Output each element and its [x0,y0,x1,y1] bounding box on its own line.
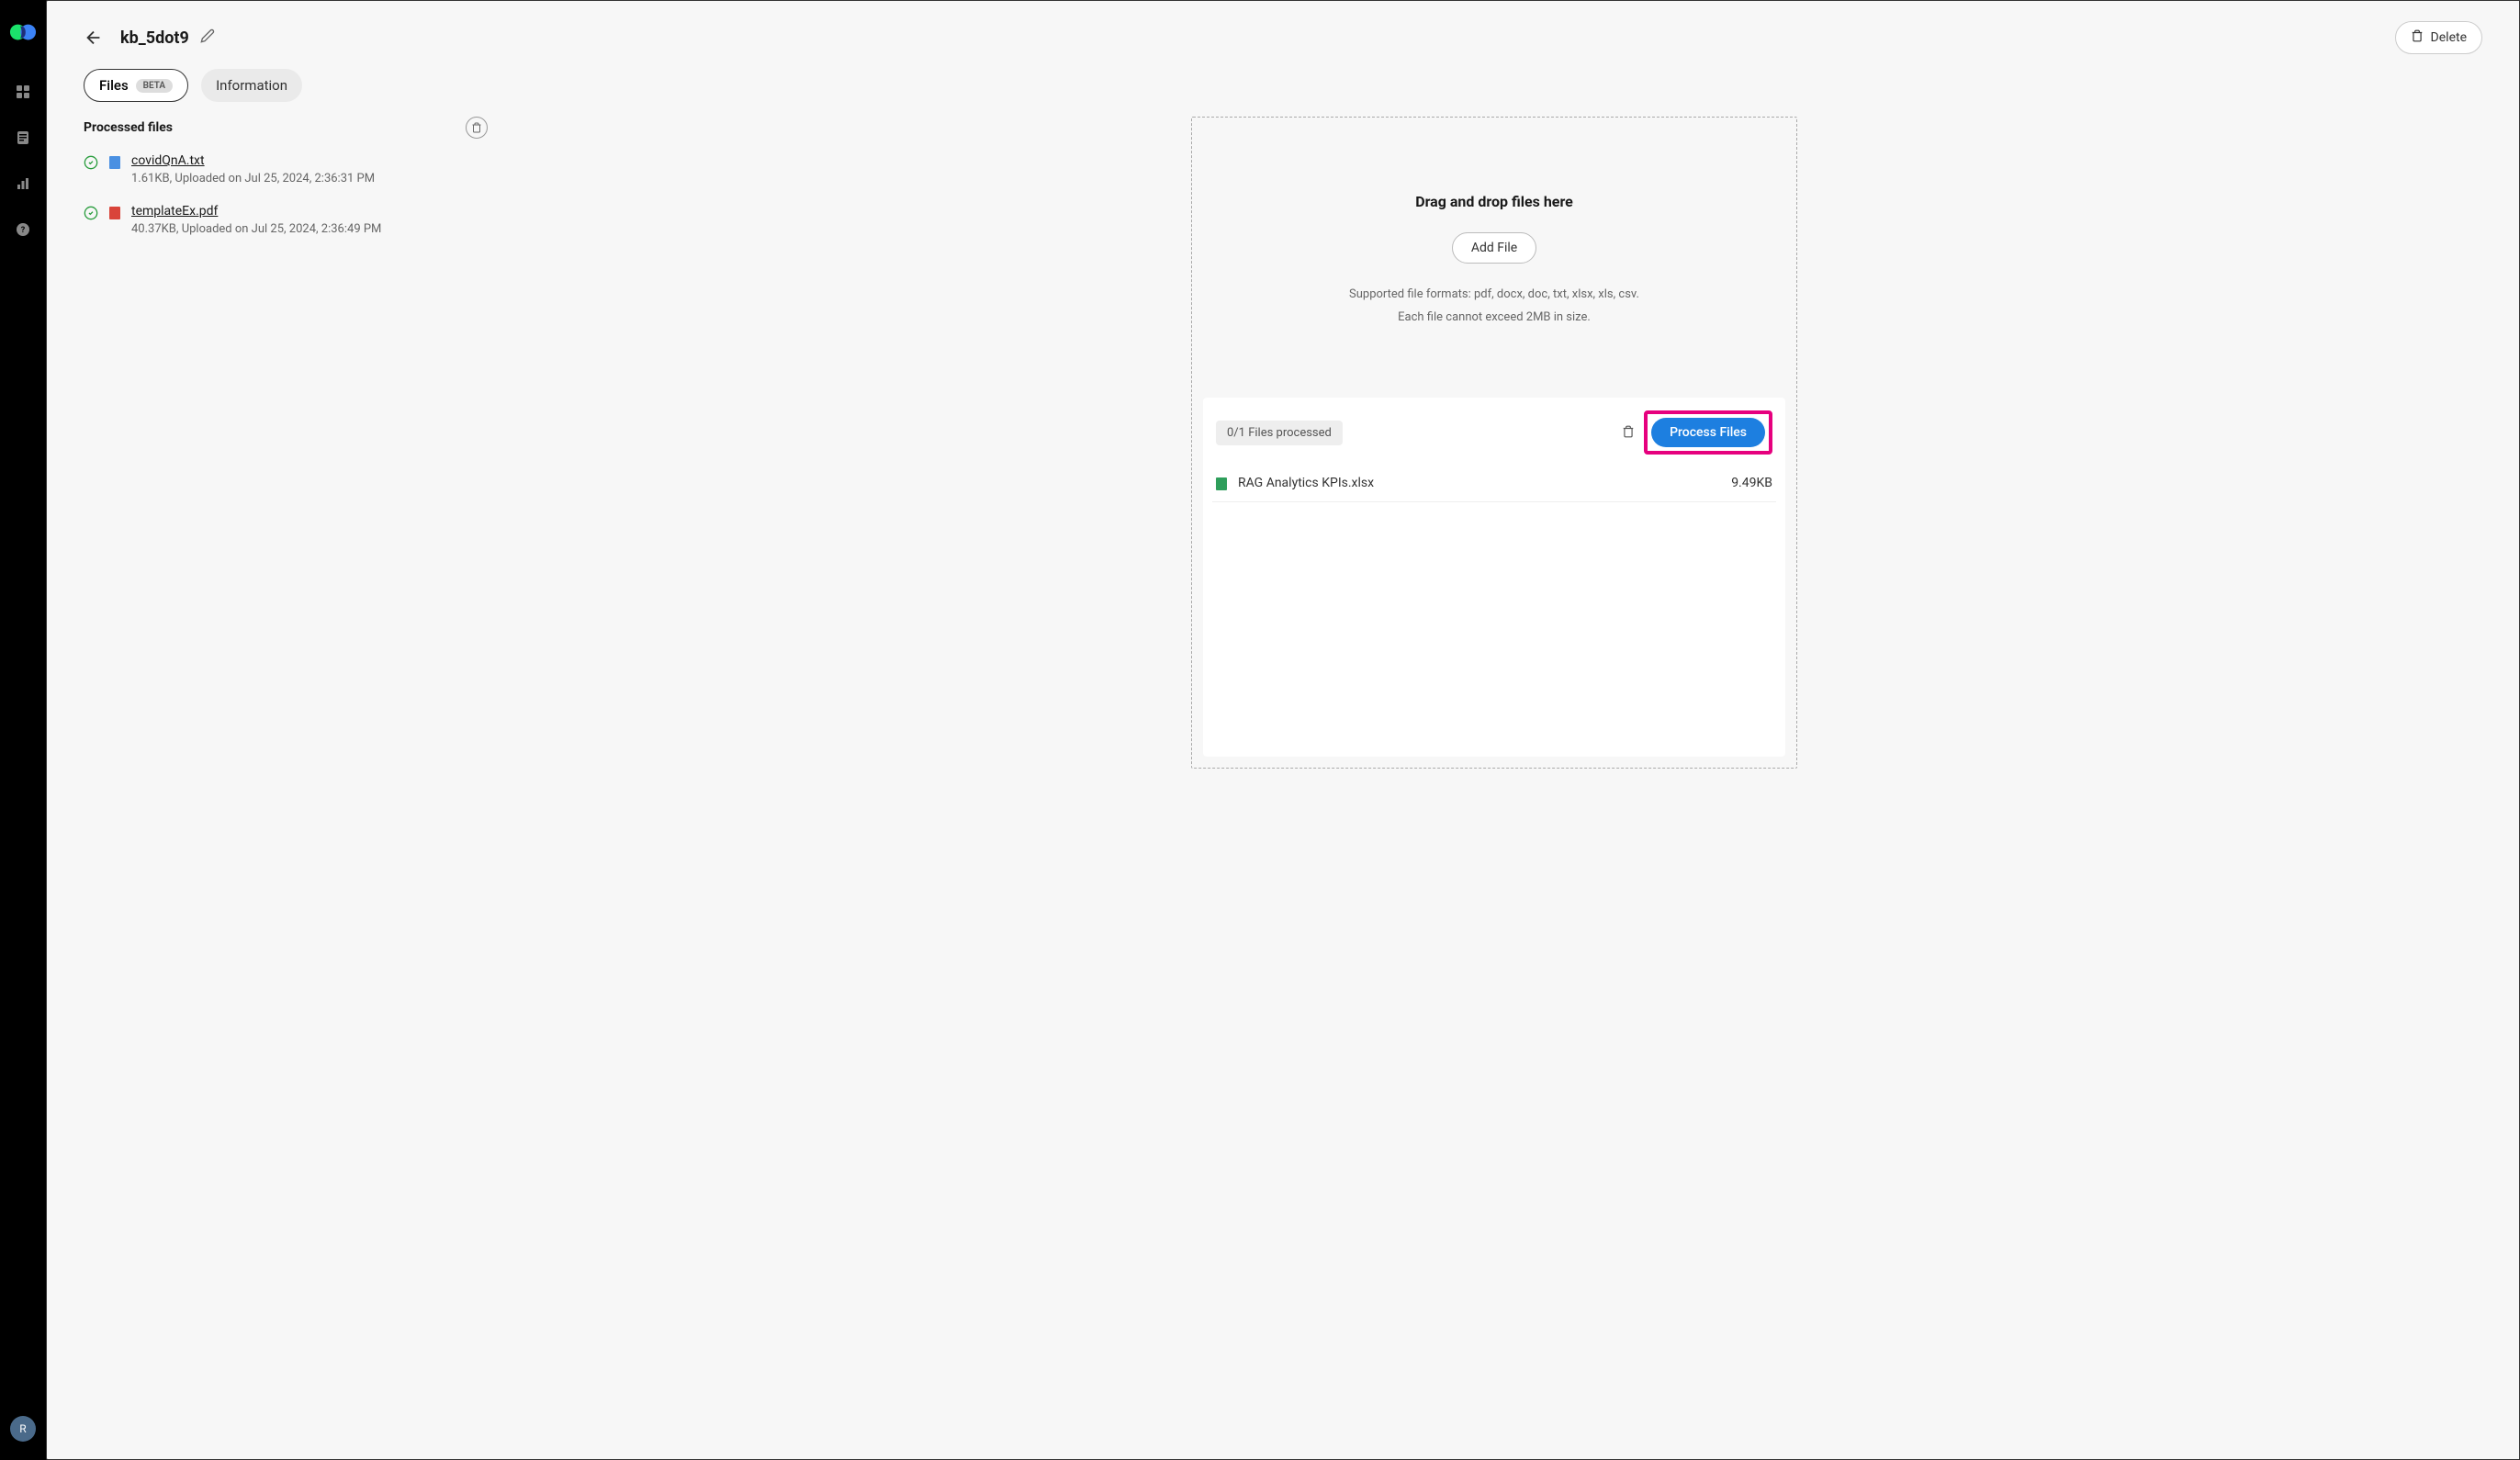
process-files-button[interactable]: Process Files [1651,418,1765,447]
back-button[interactable] [84,28,104,48]
file-meta: 40.37KB, Uploaded on Jul 25, 2024, 2:36:… [131,222,488,236]
check-icon [84,155,98,174]
tabs: Files BETA Information [47,69,2519,117]
txt-file-icon [109,156,120,169]
upload-queue: 0/1 Files processed Process Files [1203,398,1785,757]
sidebar-nav: ? R [0,0,46,1460]
webex-logo[interactable] [9,18,37,46]
clear-queue-button[interactable] [1622,424,1635,442]
supported-formats-text: Supported file formats: pdf, docx, doc, … [1221,287,1767,301]
add-file-button[interactable]: Add File [1452,232,1536,264]
delete-all-processed-button[interactable] [466,117,488,139]
file-limit-text: Each file cannot exceed 2MB in size. [1221,310,1767,324]
page-header: kb_5dot9 Delete [47,1,2519,69]
process-files-highlight: Process Files [1644,410,1772,455]
xlsx-file-icon [1216,477,1227,490]
trash-icon [2411,29,2424,46]
check-icon [84,206,98,224]
processed-files-title: Processed files [84,120,173,135]
delete-button[interactable]: Delete [2395,21,2482,54]
edit-icon[interactable] [200,28,215,47]
queue-file-row: RAG Analytics KPIs.xlsx 9.49KB [1212,464,1776,502]
drop-zone-title: Drag and drop files here [1221,193,1767,210]
main-content: kb_5dot9 Delete Files BETA Information P… [46,0,2520,1460]
pdf-file-icon [109,207,120,219]
svg-text:?: ? [21,226,26,235]
queue-status-badge: 0/1 Files processed [1216,421,1343,445]
tab-information[interactable]: Information [201,69,302,102]
file-item: templateEx.pdf 40.37KB, Uploaded on Jul … [84,204,488,236]
file-item: covidQnA.txt 1.61KB, Uploaded on Jul 25,… [84,153,488,185]
tab-files[interactable]: Files BETA [84,69,188,102]
processed-files-panel: Processed files covidQnA.txt 1.61KB, Upl… [84,117,488,769]
help-icon[interactable]: ? [14,220,32,239]
dashboard-icon[interactable] [14,83,32,101]
page-title: kb_5dot9 [120,28,189,48]
analytics-icon[interactable] [14,174,32,193]
file-meta: 1.61KB, Uploaded on Jul 25, 2024, 2:36:3… [131,172,488,185]
file-name-link[interactable]: templateEx.pdf [131,204,488,219]
document-icon[interactable] [14,129,32,147]
queue-file-name: RAG Analytics KPIs.xlsx [1238,476,1720,490]
beta-badge: BETA [136,79,173,93]
file-name-link[interactable]: covidQnA.txt [131,153,488,168]
user-avatar[interactable]: R [10,1416,36,1442]
queue-file-size: 9.49KB [1731,476,1772,490]
file-drop-zone[interactable]: Drag and drop files here Add File Suppor… [1191,117,1797,769]
